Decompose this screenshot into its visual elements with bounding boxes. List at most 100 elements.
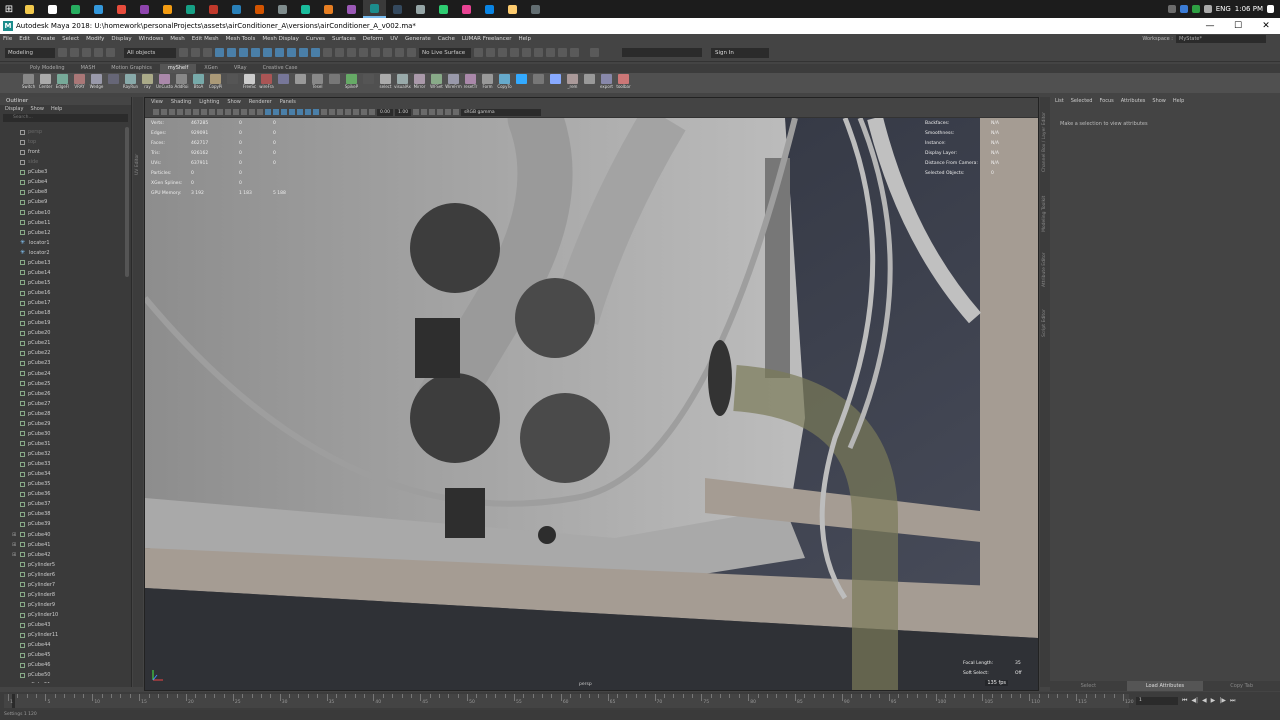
viewport-tool-icon[interactable] xyxy=(257,109,263,115)
load-attributes-button[interactable]: Load Attributes xyxy=(1126,681,1204,691)
expand-icon[interactable]: ⊞ xyxy=(12,542,16,548)
viewport-menu-show[interactable]: Show xyxy=(227,98,241,107)
redo-icon[interactable] xyxy=(106,48,115,57)
history-icon[interactable] xyxy=(335,48,344,57)
outliner-item[interactable]: pCube24 xyxy=(0,369,124,379)
expand-icon[interactable]: ⊞ xyxy=(12,552,16,558)
far-clip-field[interactable]: 1.00 xyxy=(395,108,412,116)
shelf-button[interactable] xyxy=(105,73,122,93)
viewport-tool-icon[interactable] xyxy=(217,109,223,115)
snap-grid-icon[interactable] xyxy=(215,48,224,57)
taskbar-app-icon[interactable] xyxy=(294,0,317,18)
history-icon[interactable] xyxy=(383,48,392,57)
shelf-button[interactable]: wireFra xyxy=(258,73,275,93)
menu-select[interactable]: Select xyxy=(62,36,79,42)
render-icon[interactable] xyxy=(522,48,531,57)
viewport-tool-icon[interactable] xyxy=(345,109,351,115)
outliner-item[interactable]: pCube45 xyxy=(0,650,124,660)
render-icon[interactable] xyxy=(510,48,519,57)
shelf-button[interactable]: Switch xyxy=(20,73,37,93)
colorspace-dropdown[interactable]: sRGB gamma xyxy=(461,108,542,116)
render-icon[interactable] xyxy=(546,48,555,57)
snap-point-icon[interactable] xyxy=(239,48,248,57)
shelf-button[interactable]: CopyTo xyxy=(496,73,513,93)
select-mode-icon[interactable] xyxy=(203,48,212,57)
save-scene-icon[interactable] xyxy=(82,48,91,57)
shelf-button[interactable] xyxy=(547,73,564,93)
shelf-button[interactable]: resetTr xyxy=(462,73,479,93)
taskbar-app-icon[interactable] xyxy=(432,0,455,18)
shelf-button[interactable]: FreeSc xyxy=(241,73,258,93)
shelf-tab[interactable]: Motion Graphics xyxy=(103,64,160,73)
shelf-button[interactable]: BtoA xyxy=(190,73,207,93)
current-frame-field[interactable]: 1 xyxy=(1136,697,1178,705)
history-icon[interactable] xyxy=(347,48,356,57)
command-field[interactable] xyxy=(622,48,702,57)
outliner-item[interactable]: pCube46 xyxy=(0,660,124,670)
taskbar-app-icon[interactable] xyxy=(225,0,248,18)
play-forward-icon[interactable]: ▶ xyxy=(1211,697,1216,705)
sign-in-dropdown[interactable]: Sign In xyxy=(711,47,769,58)
copy-tab-button[interactable]: Copy Tab xyxy=(1203,681,1280,691)
snap-icon[interactable] xyxy=(299,48,308,57)
viewport-tool-icon[interactable] xyxy=(241,109,247,115)
outliner-item[interactable]: ✳ locator2 xyxy=(0,248,124,258)
viewport-menu-panels[interactable]: Panels xyxy=(280,98,296,107)
select-filter-dropdown[interactable]: All objects xyxy=(124,47,176,58)
viewport-tool-icon[interactable] xyxy=(153,109,159,115)
menu-mesh-tools[interactable]: Mesh Tools xyxy=(226,36,256,42)
viewport-tool-icon[interactable] xyxy=(249,109,255,115)
menu-modify[interactable]: Modify xyxy=(86,36,104,42)
render-icon[interactable] xyxy=(558,48,567,57)
menu-mesh-display[interactable]: Mesh Display xyxy=(262,36,299,42)
menu-deform[interactable]: Deform xyxy=(363,36,383,42)
tray-icon[interactable] xyxy=(1179,5,1188,13)
outliner-item[interactable]: ⊞ pCube42 xyxy=(0,550,124,560)
taskbar-app-icon[interactable] xyxy=(340,0,363,18)
snap-icon[interactable] xyxy=(311,48,320,57)
outliner-item[interactable]: pCube29 xyxy=(0,419,124,429)
outliner-item[interactable]: pCube28 xyxy=(0,409,124,419)
viewport-tool-icon[interactable] xyxy=(313,109,319,115)
taskbar-app-icon[interactable] xyxy=(18,0,41,18)
pause-icon[interactable] xyxy=(570,48,579,57)
outliner-scrollbar[interactable] xyxy=(125,127,129,277)
channel-box-tab[interactable]: Channel Box / Layer Editor xyxy=(1042,112,1047,172)
outliner-menu-show[interactable]: Show xyxy=(30,105,44,113)
outliner-item[interactable]: pCube4 xyxy=(0,177,124,187)
open-scene-icon[interactable] xyxy=(70,48,79,57)
viewport-tool-icon[interactable] xyxy=(209,109,215,115)
shelf-button[interactable] xyxy=(530,73,547,93)
outliner-item[interactable]: side xyxy=(0,157,124,167)
outliner-menu-help[interactable]: Help xyxy=(51,105,62,113)
outliner-item[interactable]: pCylinder5 xyxy=(0,560,124,570)
outliner-item[interactable]: pCube19 xyxy=(0,318,124,328)
shelf-button[interactable] xyxy=(326,73,343,93)
taskbar-app-icon[interactable] xyxy=(409,0,432,18)
viewport-tool-icon[interactable] xyxy=(361,109,367,115)
viewport-menu-renderer[interactable]: Renderer xyxy=(249,98,272,107)
shelf-tab[interactable]: VRay xyxy=(226,64,255,73)
history-icon[interactable] xyxy=(395,48,404,57)
attr-menu-attributes[interactable]: Attributes xyxy=(1121,97,1146,106)
menu-lumar-freelancer[interactable]: LUMAR Freelancer xyxy=(462,36,512,42)
play-back-icon[interactable]: ◀ xyxy=(1202,697,1207,705)
range-slider[interactable]: Settings 1 120 xyxy=(0,710,1280,720)
attr-menu-show[interactable]: Show xyxy=(1152,97,1166,106)
viewport-scene[interactable]: Verts: 467285 0 0 Edges: 929091 0 0 Faces: 462717… xyxy=(145,118,1038,690)
close-button[interactable]: ✕ xyxy=(1252,18,1280,34)
outliner-item[interactable]: ✳ locator1 xyxy=(0,238,124,248)
shelf-button[interactable]: EdgeFl xyxy=(54,73,71,93)
viewport-tool-icon[interactable] xyxy=(169,109,175,115)
snap-curve-icon[interactable] xyxy=(227,48,236,57)
minimize-button[interactable]: — xyxy=(1196,18,1224,34)
menu-generate[interactable]: Generate xyxy=(405,36,431,42)
shelf-button[interactable]: export xyxy=(598,73,615,93)
history-icon[interactable] xyxy=(323,48,332,57)
shelf-button[interactable]: ray xyxy=(139,73,156,93)
shelf-button[interactable] xyxy=(360,73,377,93)
taskbar-app-icon[interactable] xyxy=(248,0,271,18)
outliner-item[interactable]: pCube16 xyxy=(0,288,124,298)
shelf-tab[interactable]: Creative Case xyxy=(255,64,306,73)
viewport-tool-icon[interactable] xyxy=(321,109,327,115)
